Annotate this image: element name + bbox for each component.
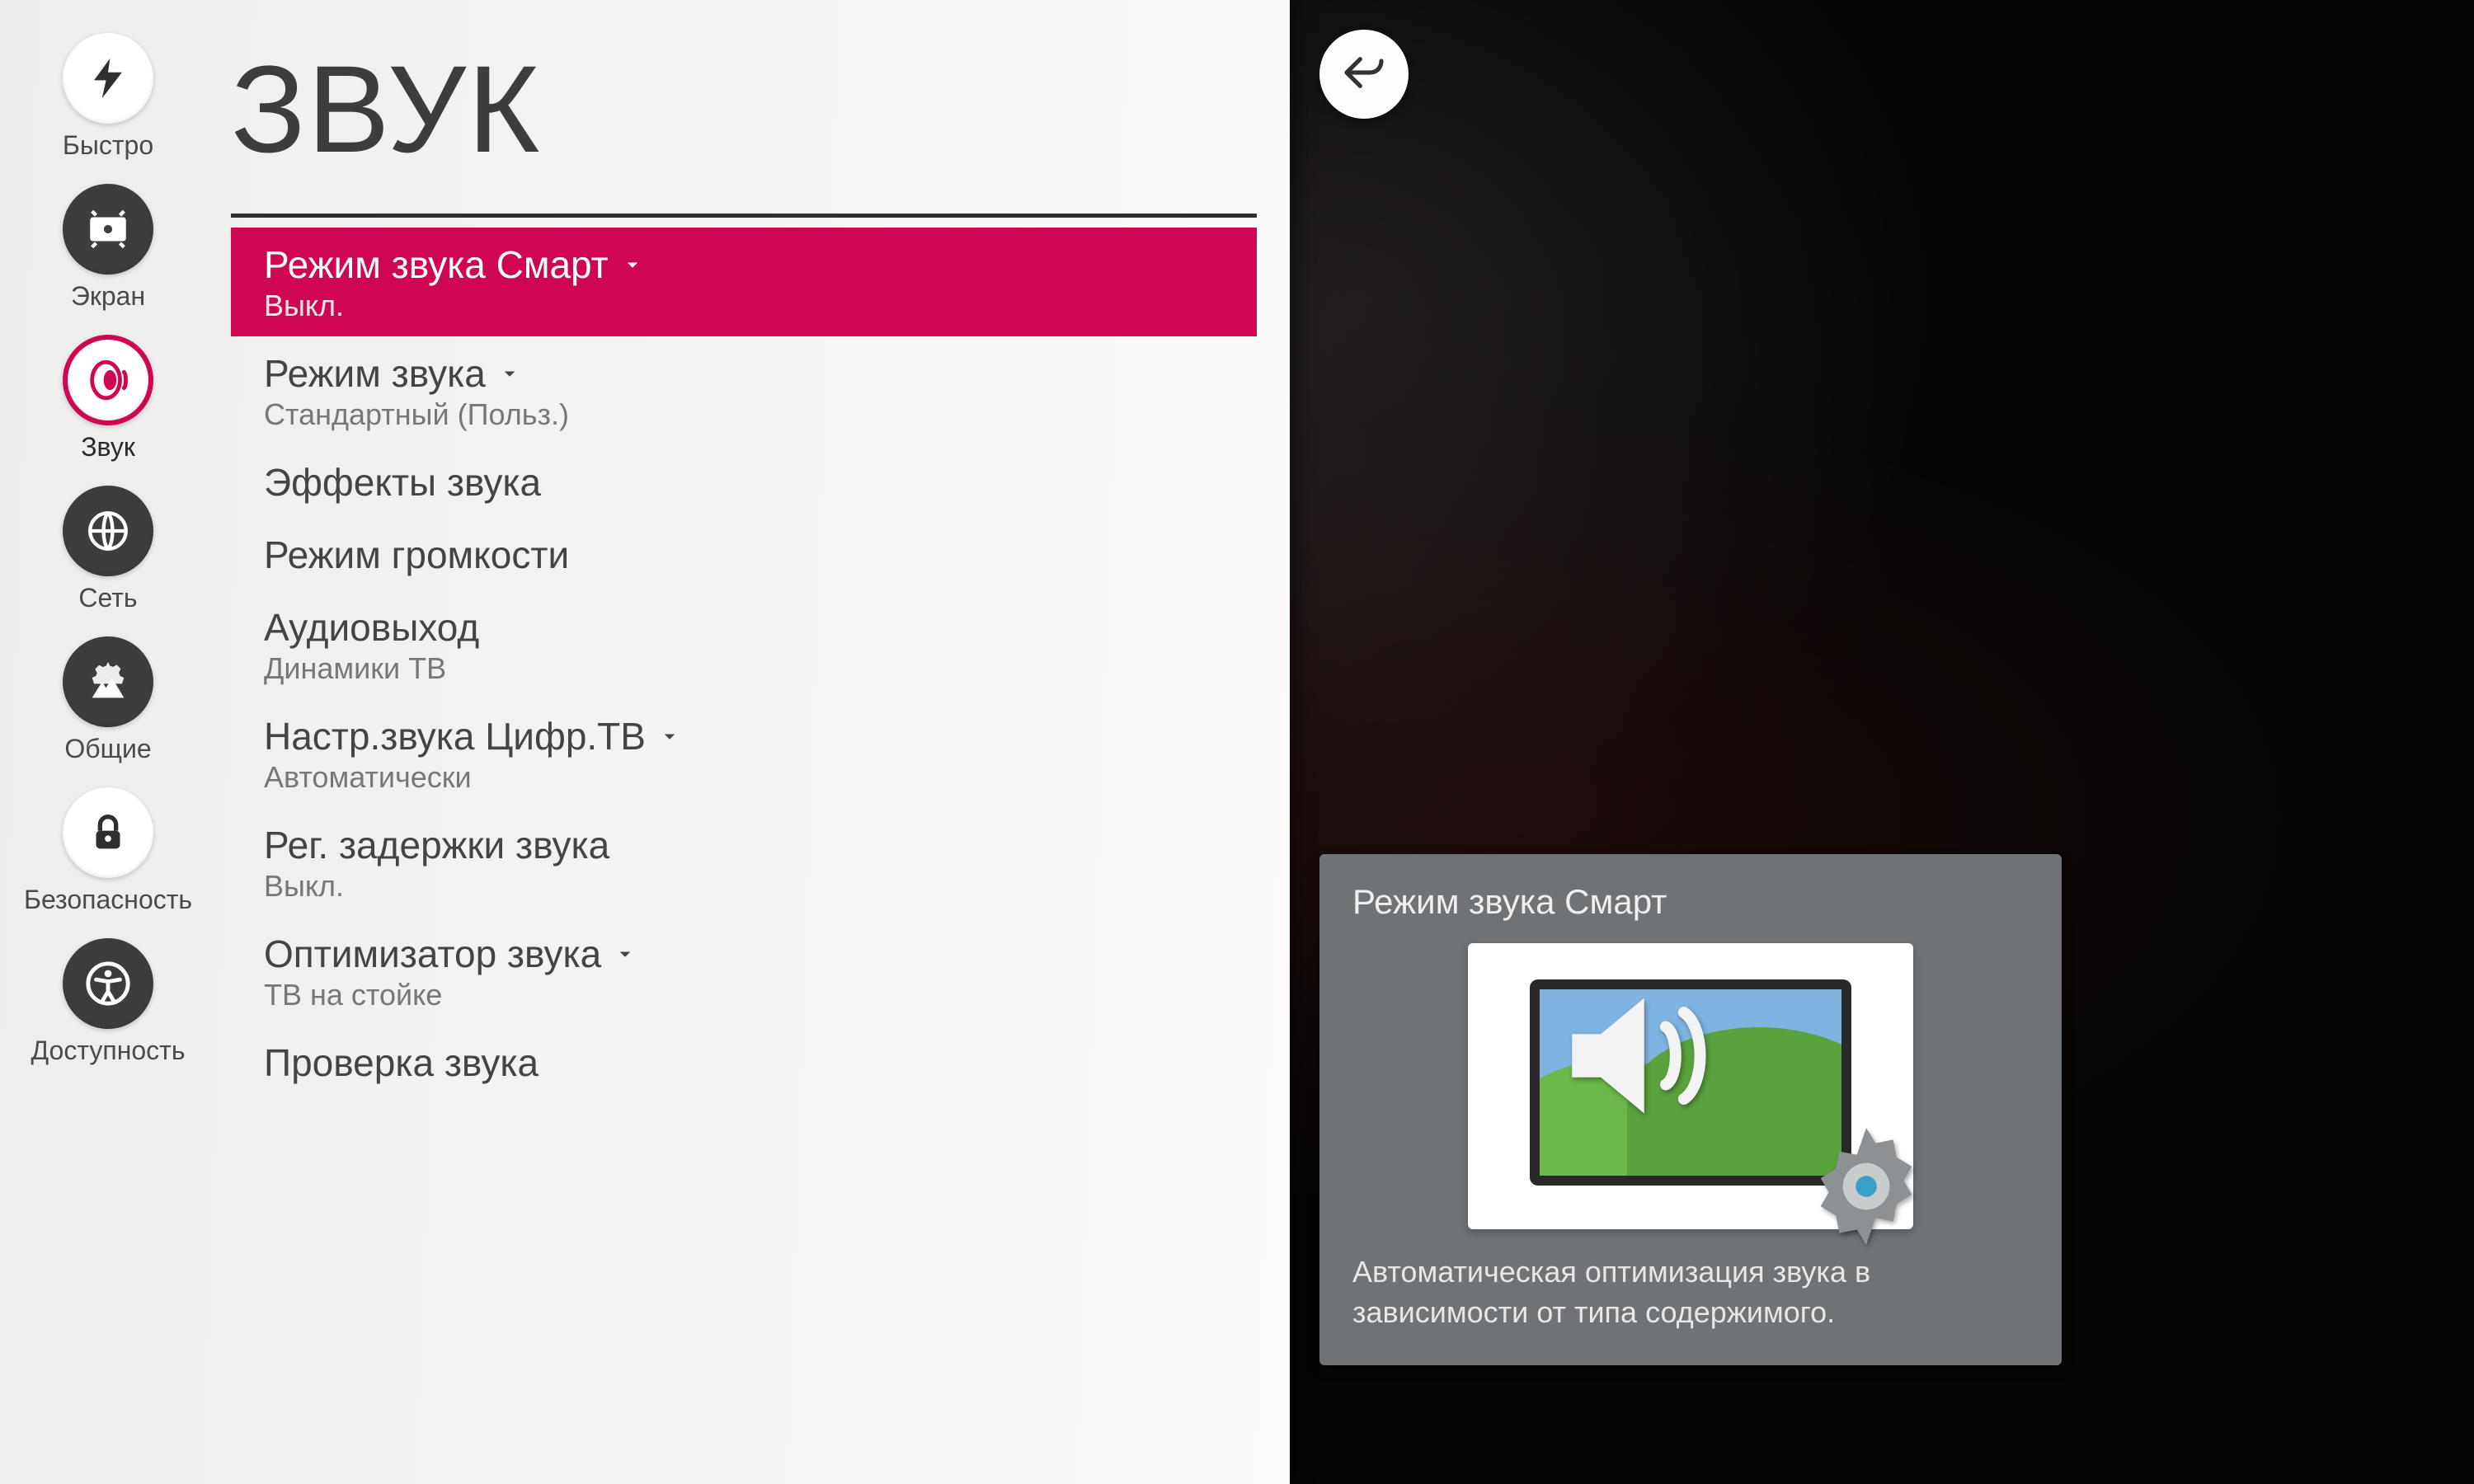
sidebar-item-label: Сеть: [78, 583, 137, 613]
menu-item-value: Стандартный (Польз.): [264, 397, 1224, 432]
speaker-icon: [1550, 969, 1724, 1146]
menu-item[interactable]: Проверка звука: [231, 1026, 1257, 1098]
general-icon: [63, 636, 153, 727]
chevron-down-icon: [657, 724, 682, 749]
menu-item[interactable]: Режим звукаСтандартный (Польз.): [231, 336, 1257, 445]
menu-item-value: Выкл.: [264, 869, 1224, 904]
chevron-down-icon: [497, 361, 522, 386]
menu-item-value: Динамики ТВ: [264, 651, 1224, 686]
settings-sidebar: Быстро Экран: [0, 0, 216, 1484]
help-card: Режим звука Смарт Автома: [1319, 854, 2062, 1365]
accessibility-icon: [63, 938, 153, 1029]
menu-item-value: Автоматически: [264, 760, 1224, 795]
back-arrow-icon: [1341, 49, 1387, 100]
chevron-down-icon: [613, 942, 637, 966]
help-card-illustration: [1468, 943, 1913, 1229]
chevron-down-icon: [620, 252, 645, 277]
sidebar-item-quick[interactable]: Быстро: [0, 23, 216, 169]
menu-item-title: Режим звука: [264, 351, 1224, 396]
sidebar-item-general[interactable]: Общие: [0, 627, 216, 773]
menu-item[interactable]: Рег. задержки звукаВыкл.: [231, 808, 1257, 917]
menu-item-title: Режим громкости: [264, 533, 1224, 577]
help-card-title: Режим звука Смарт: [1352, 882, 2029, 922]
sidebar-item-security[interactable]: Безопасность: [0, 777, 216, 923]
menu-item-title: Проверка звука: [264, 1040, 1224, 1085]
menu-item-value: ТВ на стойке: [264, 978, 1224, 1012]
sidebar-item-accessibility[interactable]: Доступность: [0, 928, 216, 1074]
screen-icon: [63, 184, 153, 275]
sidebar-item-label: Звук: [81, 432, 135, 463]
sidebar-item-label: Доступность: [31, 1036, 186, 1066]
sidebar-item-label: Безопасность: [24, 885, 192, 915]
gear-icon: [1796, 1116, 1936, 1261]
menu-item-value: Выкл.: [264, 289, 1224, 323]
sound-icon: [63, 335, 153, 425]
sidebar-item-label: Экран: [71, 281, 145, 312]
menu-item[interactable]: Режим громкости: [231, 518, 1257, 590]
menu-item-title: Рег. задержки звука: [264, 823, 1224, 867]
bolt-icon: [63, 33, 153, 124]
sidebar-item-sound[interactable]: Звук: [0, 325, 216, 471]
sidebar-item-screen[interactable]: Экран: [0, 174, 216, 320]
menu-item-title: Эффекты звука: [264, 460, 1224, 505]
settings-panel: Быстро Экран: [0, 0, 1290, 1484]
menu-item[interactable]: Режим звука СмартВыкл.: [231, 228, 1257, 336]
menu-item-title: Оптимизатор звука: [264, 932, 1224, 976]
sidebar-item-network[interactable]: Сеть: [0, 476, 216, 622]
settings-main: ЗВУК Режим звука СмартВыкл.Режим звукаСт…: [216, 0, 1290, 1484]
menu-item[interactable]: Настр.звука Цифр.ТВАвтоматически: [231, 699, 1257, 808]
menu-item[interactable]: АудиовыходДинамики ТВ: [231, 590, 1257, 699]
back-button[interactable]: [1319, 30, 1409, 119]
menu-item[interactable]: Оптимизатор звукаТВ на стойке: [231, 917, 1257, 1026]
network-icon: [63, 486, 153, 576]
menu-item-title: Режим звука Смарт: [264, 242, 1224, 287]
page-title: ЗВУК: [231, 38, 1257, 181]
menu-item[interactable]: Эффекты звука: [231, 445, 1257, 518]
menu-item-title: Настр.звука Цифр.ТВ: [264, 714, 1224, 758]
settings-menu: Режим звука СмартВыкл.Режим звукаСтандар…: [231, 228, 1257, 1098]
sidebar-item-label: Общие: [64, 734, 151, 764]
help-card-description: Автоматическая оптимизация звука в завис…: [1352, 1252, 2029, 1332]
divider: [231, 214, 1257, 218]
lock-icon: [63, 787, 153, 878]
sidebar-item-label: Быстро: [63, 130, 153, 161]
menu-item-title: Аудиовыход: [264, 605, 1224, 650]
